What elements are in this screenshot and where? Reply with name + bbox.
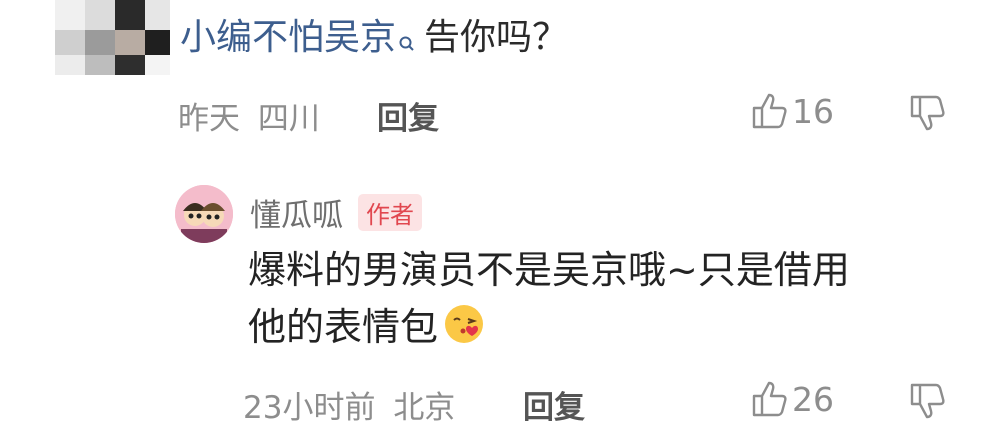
kiss-emoji-icon [442,302,486,346]
thumbs-up-icon [752,93,787,129]
reply-reply-button[interactable]: 回复 [523,382,585,427]
like-count: 16 [792,91,834,131]
author-name[interactable]: 懂瓜呱 [250,190,343,235]
cartoon-avatar-icon [175,185,233,243]
reply-text-line1: 爆料的男演员不是吴京哦~只是借用 [248,248,850,292]
reply-dislike-button[interactable] [908,381,948,425]
thumbs-up-icon [752,381,787,417]
reply-text-body: 他的表情包 [248,305,439,349]
comment-time: 昨天 [178,101,240,137]
dislike-button[interactable] [908,93,948,137]
reply-like-button[interactable]: 26 [750,379,834,419]
reply-text-line2: 他的表情包 [248,299,948,356]
reply-location: 北京 [393,390,456,426]
mention-link[interactable]: 小编不怕吴京 [180,17,396,58]
thumbs-down-icon [910,383,945,419]
thumbs-down-icon [910,95,945,131]
comment-text: 小编不怕吴京 告你吗？ [180,14,568,62]
comment-body: 告你吗？ [424,17,569,58]
reply-meta: 23小时前 北京 [243,382,455,427]
reply-button[interactable]: 回复 [377,93,439,138]
search-icon[interactable] [398,18,416,51]
author-avatar[interactable] [175,185,233,243]
author-badge: 作者 [358,194,422,231]
like-button[interactable]: 16 [750,91,834,131]
comment-meta: 昨天 四川 [178,93,320,138]
reply-like-count: 26 [792,379,834,419]
commenter-avatar[interactable] [55,0,170,75]
reply-time: 23小时前 [243,390,376,426]
comment-location: 四川 [257,101,320,137]
